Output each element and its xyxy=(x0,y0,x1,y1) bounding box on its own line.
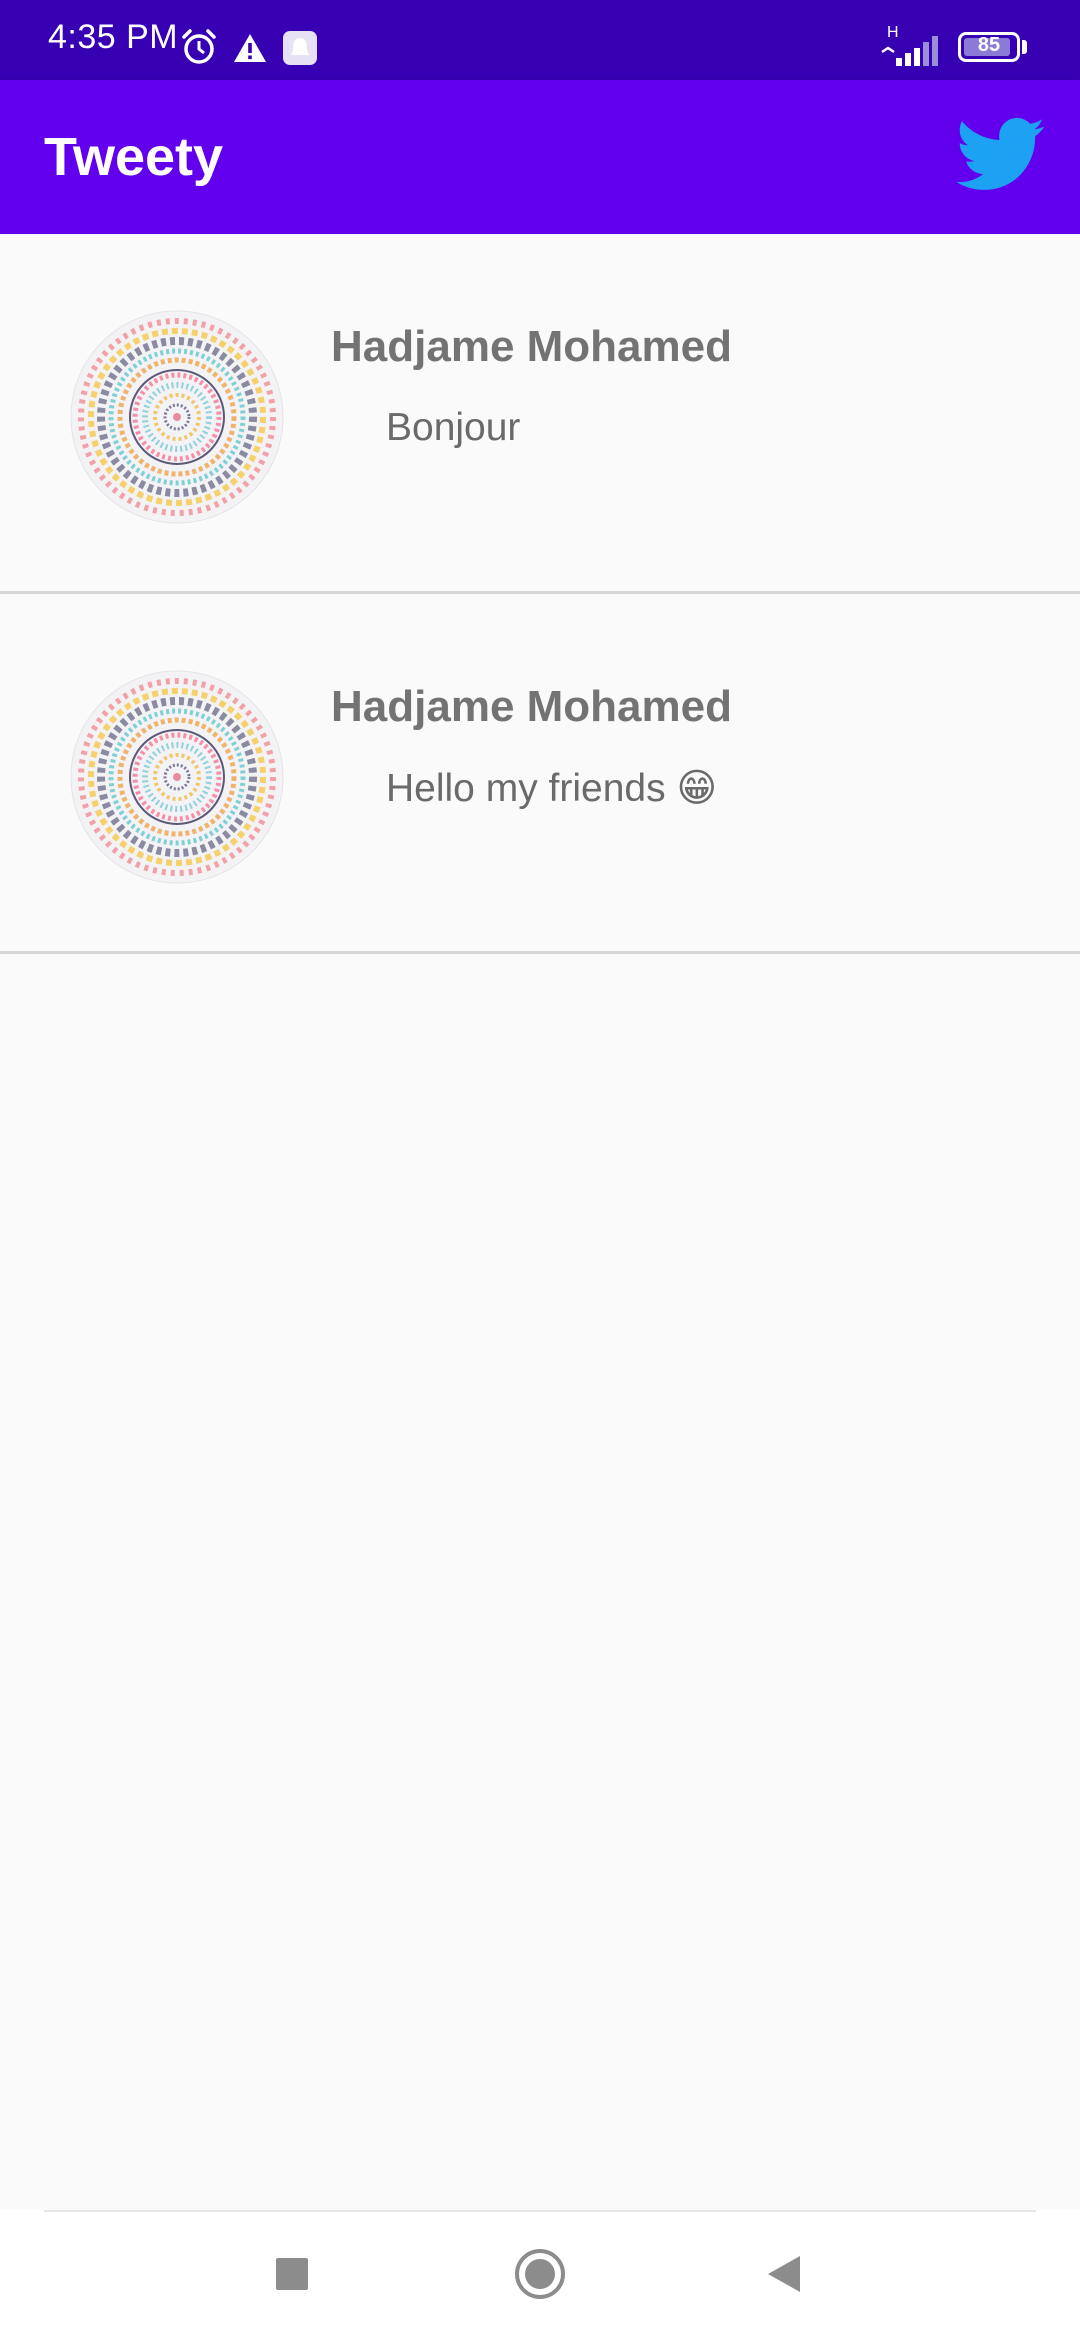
tweet-author: Hadjame Mohamed xyxy=(331,682,732,731)
app-title: Tweety xyxy=(44,127,224,187)
tweet-row[interactable]: Hadjame Mohamed Bonjour xyxy=(0,234,1080,594)
tweet-text: Bonjour xyxy=(386,406,521,449)
tweet-text: Hello my friends 😁 xyxy=(386,767,718,810)
recent-apps-icon[interactable] xyxy=(274,2256,310,2292)
avatar xyxy=(70,670,284,884)
warning-icon xyxy=(234,34,266,62)
nav-divider xyxy=(44,2210,1036,2212)
navigation-bar xyxy=(0,2210,1080,2340)
alarm-icon xyxy=(182,29,216,64)
status-bar: 4:35 PM H 85 xyxy=(0,0,1080,80)
twitter-bird-icon[interactable] xyxy=(956,116,1046,194)
tweet-list: Hadjame Mohamed Bonjour Hadjame Mohamed … xyxy=(0,234,1080,954)
tweet-row[interactable]: Hadjame Mohamed Hello my friends 😁 xyxy=(0,594,1080,954)
avatar xyxy=(70,310,284,524)
signal-icon xyxy=(881,36,938,66)
tweet-author: Hadjame Mohamed xyxy=(331,322,732,371)
app-bar: Tweety xyxy=(0,80,1080,234)
status-time: 4:35 PM xyxy=(48,18,179,56)
battery-icon: 85 xyxy=(958,32,1020,62)
back-icon[interactable] xyxy=(764,2254,804,2294)
home-icon[interactable] xyxy=(514,2248,566,2300)
battery-tip xyxy=(1022,40,1027,54)
battery-level: 85 xyxy=(977,34,1001,56)
notification-bell-icon xyxy=(283,31,317,65)
